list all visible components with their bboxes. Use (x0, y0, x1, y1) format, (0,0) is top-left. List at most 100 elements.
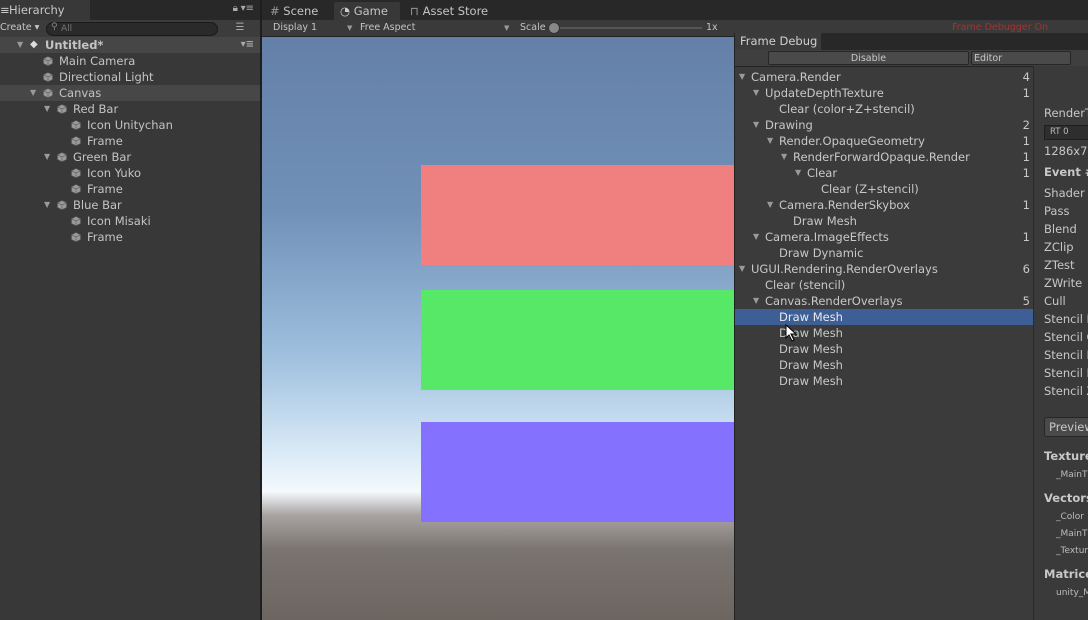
hierarchy-item[interactable]: Icon Unitychan (0, 117, 260, 133)
event-number-label: Event # (1044, 165, 1088, 179)
expand-arrow-icon[interactable]: ▼ (30, 85, 36, 101)
frame-event-row[interactable]: Clear (stencil) (735, 277, 1033, 293)
hierarchy-search-field[interactable]: ⚲ (46, 22, 218, 36)
expand-arrow-icon[interactable]: ▼ (781, 149, 787, 165)
scale-slider-track[interactable] (552, 27, 702, 29)
lock-icon[interactable]: 🔒︎ (233, 3, 238, 14)
frame-event-row[interactable]: Draw Mesh (735, 325, 1033, 341)
aspect-dropdown[interactable]: Free Aspect ▼ (360, 20, 512, 36)
hierarchy-item[interactable]: Directional Light (0, 69, 260, 85)
hierarchy-item[interactable]: Frame (0, 133, 260, 149)
hierarchy-tree: ▼ ◆ Untitled* ▾≡ Main Camera Directional … (0, 37, 260, 245)
hierarchy-search-input[interactable] (61, 23, 211, 34)
frame-event-row[interactable]: Draw Mesh (735, 373, 1033, 389)
frame-debug-tab-strip (821, 33, 1088, 50)
hierarchy-item-label: Frame (87, 134, 123, 148)
frame-event-label: UpdateDepthTexture (765, 86, 884, 100)
editor-target-dropdown[interactable]: Editor (971, 51, 1071, 65)
gameobject-cube-icon (43, 88, 53, 98)
scene-name: Untitled* (45, 38, 104, 52)
expand-arrow-icon[interactable]: ▼ (17, 37, 23, 53)
expand-arrow-icon[interactable]: ▼ (767, 133, 773, 149)
hierarchy-item[interactable]: Frame (0, 181, 260, 197)
frame-event-count: 1 (1022, 150, 1030, 164)
render-state-label: Pass (1044, 204, 1070, 218)
frame-debug-tab[interactable]: Frame Debug (735, 33, 821, 50)
frame-event-row[interactable]: Draw Mesh (735, 309, 1033, 325)
frame-event-row[interactable]: Clear (Z+stencil) (735, 181, 1033, 197)
expand-arrow-icon[interactable]: ▼ (753, 117, 759, 133)
hierarchy-item[interactable]: ▼ Green Bar (0, 149, 260, 165)
frame-event-row[interactable]: Draw Mesh (735, 213, 1033, 229)
scale-slider-handle[interactable] (548, 22, 560, 34)
scale-value: 1x (706, 22, 718, 33)
hierarchy-item[interactable]: ▼ Red Bar (0, 101, 260, 117)
gameobject-cube-icon (57, 200, 67, 210)
render-state-label: Stencil F (1044, 366, 1088, 380)
expand-arrow-icon[interactable]: ▼ (739, 69, 745, 85)
hierarchy-item[interactable]: ▼ Canvas (0, 85, 260, 101)
expand-arrow-icon[interactable]: ▼ (753, 293, 759, 309)
hierarchy-item-label: Icon Yuko (87, 166, 141, 180)
hierarchy-item-label: Icon Unitychan (87, 118, 173, 132)
hierarchy-item[interactable]: Icon Misaki (0, 213, 260, 229)
expand-arrow-icon[interactable]: ▼ (767, 197, 773, 213)
scene-menu-icon[interactable]: ▾≡ (241, 37, 254, 53)
gameobject-cube-icon (71, 136, 81, 146)
scene-root-row[interactable]: ▼ ◆ Untitled* ▾≡ (0, 37, 260, 53)
expand-arrow-icon[interactable]: ▼ (753, 85, 759, 101)
frame-event-row[interactable]: ▼ Render.OpaqueGeometry 1 (735, 133, 1033, 149)
expand-arrow-icon[interactable]: ▼ (44, 101, 50, 117)
main-tab-bar: # Scene ◔ Game ⊓ Asset Store (262, 0, 1088, 20)
frame-event-row[interactable]: ▼ Clear 1 (735, 165, 1033, 181)
panel-menu-icon[interactable]: ▾≡ (241, 3, 254, 14)
hierarchy-item[interactable]: Frame (0, 229, 260, 245)
frame-event-label: Draw Mesh (793, 214, 857, 228)
hierarchy-item[interactable]: ▼ Blue Bar (0, 197, 260, 213)
frame-event-row[interactable]: ▼ Camera.Render 4 (735, 69, 1033, 85)
frame-event-row[interactable]: Draw Dynamic (735, 245, 1033, 261)
game-view[interactable] (262, 37, 734, 620)
disable-button[interactable]: Disable (768, 51, 969, 65)
frame-event-row[interactable]: ▼ Drawing 2 (735, 117, 1033, 133)
frame-event-row[interactable]: ▼ Canvas.RenderOverlays 5 (735, 293, 1033, 309)
frame-event-row[interactable]: ▼ Camera.RenderSkybox 1 (735, 197, 1033, 213)
expand-arrow-icon[interactable]: ▼ (44, 197, 50, 213)
render-target-dropdown[interactable]: RT 0 (1044, 125, 1088, 140)
texture-item: _MainT (1056, 470, 1088, 480)
aspect-value: Free Aspect (360, 22, 416, 33)
expand-arrow-icon[interactable]: ▼ (753, 229, 759, 245)
expand-arrow-icon[interactable]: ▼ (795, 165, 801, 181)
filter-icon[interactable]: ☰ (230, 22, 250, 34)
create-button[interactable]: Create ▾ (0, 21, 43, 35)
frame-debug-toolbar: Disable Editor (735, 50, 1088, 67)
frame-event-label: Drawing (765, 118, 813, 132)
frame-event-row[interactable]: ▼ UpdateDepthTexture 1 (735, 85, 1033, 101)
frame-event-row[interactable]: ▼ RenderForwardOpaque.Render 1 (735, 149, 1033, 165)
tab-scene[interactable]: # Scene (270, 2, 318, 20)
frame-event-row[interactable]: ▼ Camera.ImageEffects 1 (735, 229, 1033, 245)
gameobject-cube-icon (71, 216, 81, 226)
render-target-label: RenderT (1044, 106, 1088, 120)
expand-arrow-icon[interactable]: ▼ (739, 261, 745, 277)
blue-bar (421, 422, 734, 522)
hierarchy-item-label: Frame (87, 182, 123, 196)
textures-heading: Texture (1044, 449, 1088, 463)
hierarchy-item[interactable]: Main Camera (0, 53, 260, 69)
preview-button[interactable]: Preview (1044, 417, 1088, 437)
frame-event-row[interactable]: ▼ UGUI.Rendering.RenderOverlays 6 (735, 261, 1033, 277)
search-icon: ⚲ (51, 22, 58, 32)
display-dropdown[interactable]: Display 1 ▼ (273, 20, 353, 36)
frame-event-row[interactable]: Clear (color+Z+stencil) (735, 101, 1033, 117)
hierarchy-item[interactable]: Icon Yuko (0, 165, 260, 181)
gameobject-cube-icon (57, 152, 67, 162)
tab-game[interactable]: ◔ Game (334, 2, 400, 20)
render-state-label: ZTest (1044, 258, 1075, 272)
frame-event-row[interactable]: Draw Mesh (735, 357, 1033, 373)
hierarchy-tab[interactable]: ≡Hierarchy (0, 0, 90, 20)
tab-asset-store[interactable]: ⊓ Asset Store (410, 2, 488, 20)
frame-event-row[interactable]: Draw Mesh (735, 341, 1033, 357)
render-state-label: ZClip (1044, 240, 1074, 254)
event-details-panel: RenderT RT 0 1286x74 Event # Shader Pass B… (1034, 66, 1088, 620)
expand-arrow-icon[interactable]: ▼ (44, 149, 50, 165)
